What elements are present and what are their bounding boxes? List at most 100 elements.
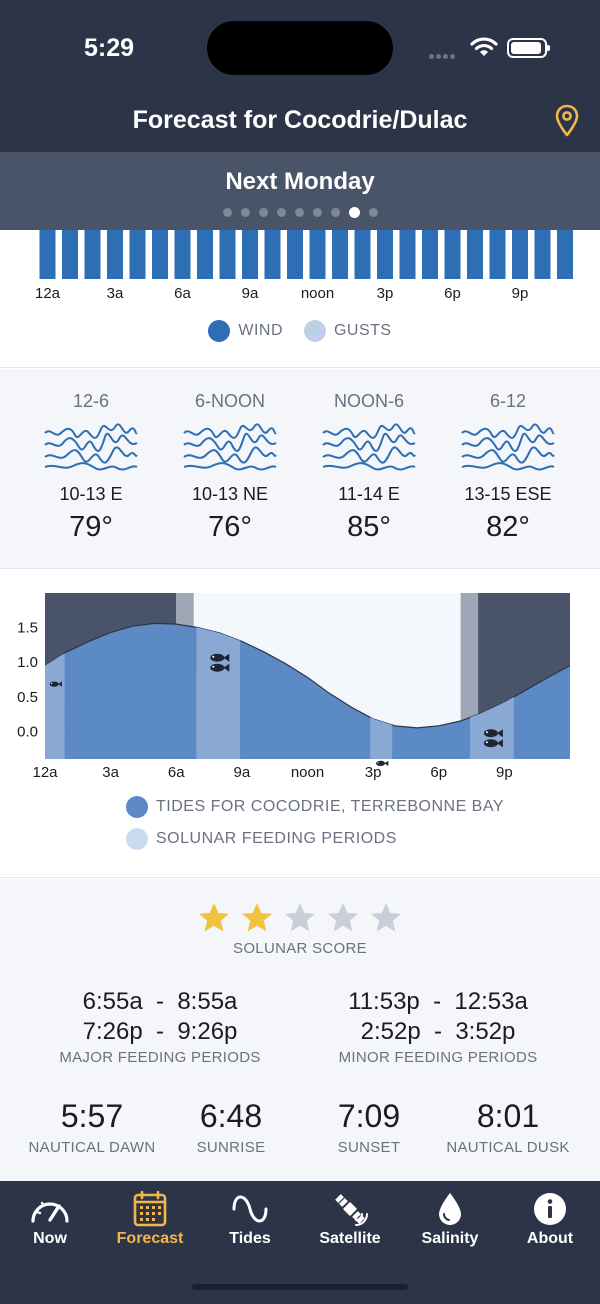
day-selector[interactable]: Next Monday <box>0 152 600 230</box>
tide-x-tick: 9a <box>234 764 251 780</box>
nav-header: Forecast for Cocodrie/Dulac <box>0 96 600 152</box>
wind-x-tick: 3a <box>107 285 124 302</box>
wind-x-tick: 12a <box>35 285 61 302</box>
tab-about[interactable]: About <box>500 1181 600 1261</box>
page-indicator[interactable] <box>0 207 600 218</box>
tab-forecast[interactable]: Forecast <box>100 1181 200 1261</box>
star-filled-icon <box>199 903 229 932</box>
period-temp: 76° <box>208 511 252 543</box>
wind-bar <box>84 230 101 279</box>
tab-label: Salinity <box>421 1230 479 1247</box>
wind-bar <box>129 230 146 279</box>
tide-x-tick: 6a <box>168 764 185 780</box>
major-period-1: 6:55a - 8:55a <box>82 988 238 1015</box>
tide-y-tick: 0.0 <box>17 723 38 740</box>
tab-salinity[interactable]: Salinity <box>400 1181 500 1261</box>
tides-section: 1.5 1.0 0.5 0.0 12a 3a 6a 9a noon 3p 6p 9p TIDES FO… <box>0 570 600 878</box>
solunar-band-major <box>196 627 241 759</box>
forecast-periods: 12-6 10-13 E 79° 6-NOON 10-13 NE 76° NOON-6 11-… <box>0 369 600 569</box>
home-indicator <box>192 1284 408 1290</box>
wind-x-tick: 9p <box>512 285 529 302</box>
wind-bar <box>197 230 213 279</box>
page-dot[interactable] <box>222 208 232 217</box>
period-wind: 10-13 E <box>59 484 123 504</box>
legend-gusts-swatch <box>303 320 326 342</box>
tide-chart: 1.5 1.0 0.5 0.0 12a 3a 6a 9a noon 3p 6p 9p <box>17 593 571 780</box>
minor-period-2: 2:52p - 3:52p <box>360 1018 516 1045</box>
page-dot[interactable] <box>294 208 304 217</box>
wind-legend: WIND GUSTS <box>0 320 600 347</box>
page-dot[interactable] <box>348 207 360 218</box>
page-dot[interactable] <box>240 208 250 217</box>
wind-bar <box>174 230 191 279</box>
wind-bar <box>399 230 416 279</box>
wind-bar <box>287 230 303 279</box>
info-icon <box>534 1193 566 1225</box>
wind-bar <box>489 230 506 279</box>
minor-period-1: 11:53p - 12:53a <box>348 988 528 1015</box>
sunset: 7:09 SUNSET <box>294 1097 444 1156</box>
sunrise: 6:48 SUNRISE <box>156 1097 306 1156</box>
minor-feeding-periods: 11:53p - 12:53a 2:52p - 3:52p MINOR FEED… <box>288 987 588 1066</box>
star-filled-icon <box>242 903 272 932</box>
tide-x-tick: noon <box>291 764 324 780</box>
tab-label: Now <box>33 1230 67 1247</box>
satellite-icon <box>335 1194 368 1226</box>
page-dot[interactable] <box>276 208 286 217</box>
nautical-dusk-label: NAUTICAL DUSK <box>446 1139 570 1156</box>
star-empty-icon <box>285 903 315 932</box>
major-periods-label: MAJOR FEEDING PERIODS <box>59 1049 261 1066</box>
battery-icon <box>507 38 550 58</box>
sine-wave-icon <box>232 1195 268 1223</box>
wind-bar <box>242 230 258 279</box>
dynamic-island <box>207 21 393 75</box>
legend-solunar: SOLUNAR FEEDING PERIODS <box>126 828 397 850</box>
legend-solunar-label: SOLUNAR FEEDING PERIODS <box>156 830 397 847</box>
calendar-icon <box>133 1191 167 1227</box>
page-dot[interactable] <box>258 208 268 217</box>
status-bar: 5:29 <box>0 0 600 96</box>
page-title: Forecast for Cocodrie/Dulac <box>132 106 468 134</box>
legend-tides-swatch <box>126 796 148 818</box>
wind-bar <box>62 230 78 279</box>
solunar-stars <box>0 901 600 935</box>
star-empty-icon <box>328 903 358 932</box>
tab-label: Satellite <box>319 1230 381 1247</box>
wind-bar <box>444 230 461 279</box>
page-dot[interactable] <box>330 208 340 217</box>
major-feeding-periods: 6:55a - 8:55a 7:26p - 9:26p MAJOR FEEDIN… <box>10 987 310 1066</box>
tab-tides[interactable]: Tides <box>200 1181 300 1261</box>
tab-label: About <box>526 1230 574 1247</box>
nautical-dawn-label: NAUTICAL DAWN <box>28 1139 156 1156</box>
map-pin-icon[interactable] <box>554 104 580 138</box>
wind-x-tick: 3p <box>377 285 394 302</box>
tide-x-tick: 3p <box>365 764 382 780</box>
wind-bar <box>422 230 438 279</box>
period-label: NOON-6 <box>333 391 404 411</box>
legend-solunar-swatch <box>126 828 148 850</box>
nautical-dawn: 5:57 NAUTICAL DAWN <box>17 1097 167 1156</box>
wind-bar <box>219 230 236 279</box>
status-time: 5:29 <box>84 34 135 62</box>
tide-x-tick: 3a <box>102 764 119 780</box>
solunar-score-label: SOLUNAR SCORE <box>233 940 367 957</box>
tide-x-tick: 9p <box>496 764 513 780</box>
wind-chart: 12a 3a 6a 9a noon 3p 6p 9p <box>35 230 573 302</box>
waves-icon <box>322 423 416 471</box>
wind-bar <box>467 230 483 279</box>
tide-x-tick: 6p <box>430 764 447 780</box>
period-wind: 11-14 E <box>338 484 400 504</box>
tab-now[interactable]: Now <box>0 1181 100 1261</box>
page-dot[interactable] <box>312 208 322 217</box>
tide-y-tick: 1.5 <box>17 620 38 637</box>
wind-bar <box>512 230 528 279</box>
waves-icon <box>461 423 555 471</box>
legend-tides-label: TIDES FOR COCODRIE, TERREBONNE BAY <box>156 798 505 815</box>
tab-satellite[interactable]: Satellite <box>300 1181 400 1261</box>
sunrise-label: SUNRISE <box>196 1139 266 1156</box>
page-dot[interactable] <box>368 208 378 217</box>
day-title: Next Monday <box>225 168 375 195</box>
tide-x-tick: 12a <box>32 764 58 780</box>
nautical-dusk: 8:01 NAUTICAL DUSK <box>433 1097 583 1156</box>
wind-bar <box>309 230 326 279</box>
